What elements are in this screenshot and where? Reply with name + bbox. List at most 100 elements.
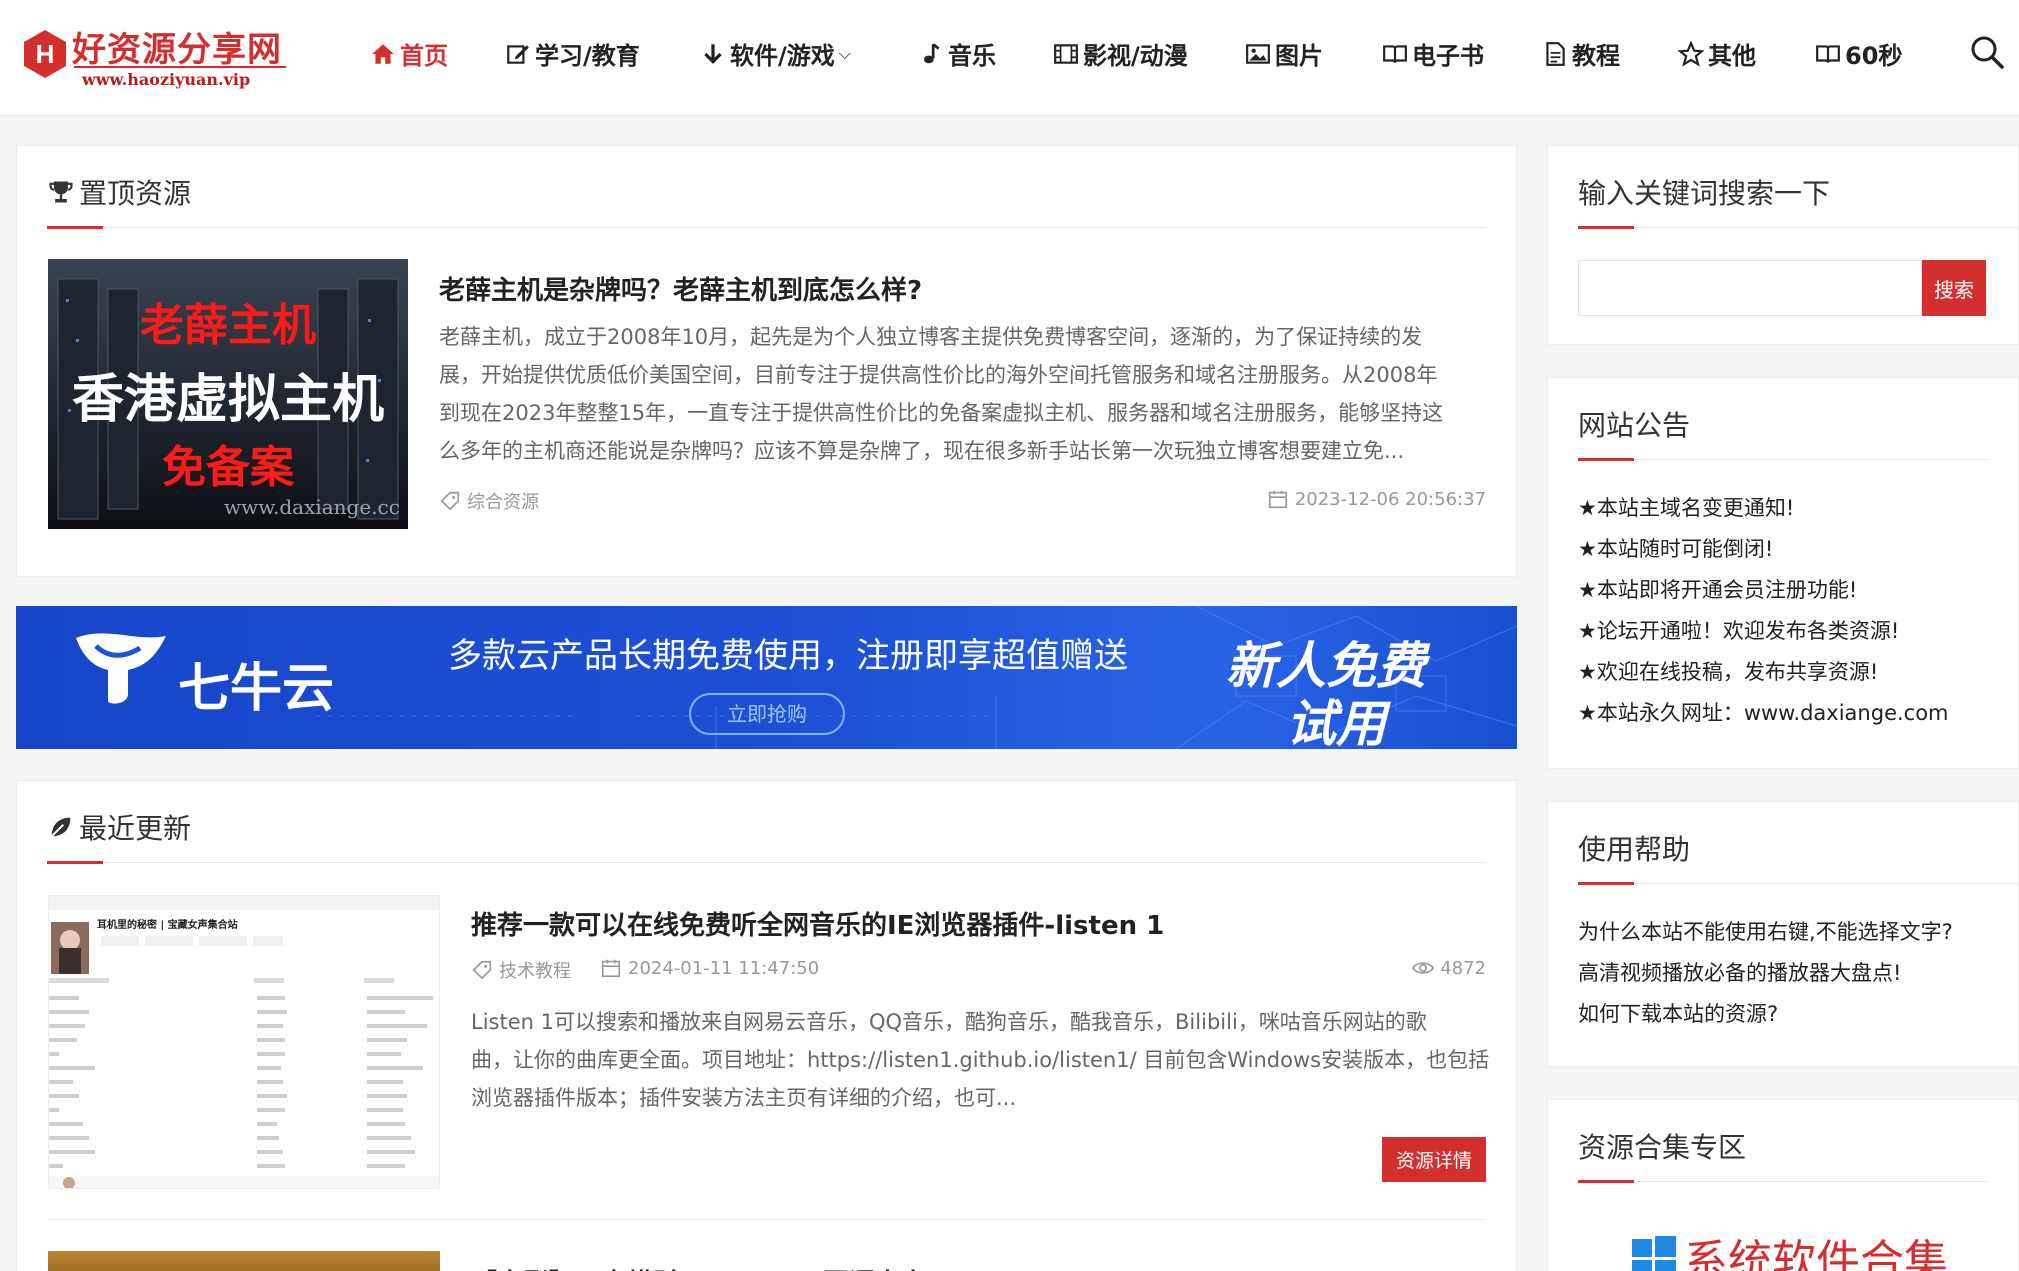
notice-item[interactable]: ★欢迎在线投稿，发布共享资源!: [1578, 652, 1949, 693]
thumb-text-feature: 免备案: [162, 442, 294, 493]
nav-label: 首页: [400, 42, 448, 70]
help-list: 为什么本站不能使用右键,不能选择文字? 高清视频播放必备的播放器大盘点! 如何下…: [1578, 912, 1953, 1035]
banner-headline: 多款云产品长期免费使用，注册即享超值赠送: [448, 636, 1128, 676]
site-logo[interactable]: H 好资源分享网 www.haoziyuan.vip: [22, 22, 286, 92]
nav-item-tutorials[interactable]: 教程: [1542, 36, 1620, 71]
nav-label: 其他: [1708, 42, 1756, 70]
svg-text:H: H: [36, 39, 55, 69]
sticky-thumbnail[interactable]: 老薛主机 香港虚拟主机 免备案 www.daxiange.cc: [48, 259, 408, 529]
section-underline: [1578, 882, 1634, 885]
banner-badge-line2: 试用: [1286, 695, 1386, 749]
section-title: 最近更新: [47, 807, 191, 847]
download-arrow-icon: [704, 43, 722, 64]
calendar-icon: [601, 959, 621, 978]
help-link[interactable]: 为什么本站不能使用右键,不能选择文字?: [1578, 912, 1953, 953]
post-title[interactable]: 推荐一款可以在线免费听全网音乐的IE浏览器插件-listen 1: [471, 905, 1164, 942]
nav-item-other[interactable]: 其他: [1678, 36, 1756, 71]
post-category[interactable]: 综合资源: [439, 488, 539, 514]
tag-icon: [440, 491, 460, 511]
post-divider: [48, 1219, 1486, 1220]
nav-label: 影视/动漫: [1083, 42, 1188, 70]
search-input[interactable]: [1578, 260, 1922, 316]
widget-header: 使用帮助: [1578, 828, 2018, 885]
section-title: 置顶资源: [47, 172, 191, 212]
nav-label: 教程: [1572, 42, 1620, 70]
post-actions: 资源详情: [17, 1137, 1516, 1182]
trophy-icon: [49, 181, 73, 203]
qiniu-ad-banner[interactable]: 七牛云 多款云产品长期免费使用，注册即享超值赠送 立即抢购 新人免费 试用: [16, 606, 1517, 749]
post-title[interactable]: 【电影】飞森横财 2024. HD国语中字: [471, 1263, 927, 1271]
search-button[interactable]: 搜索: [1922, 260, 1986, 316]
logo-title: 好资源分享网: [72, 30, 282, 70]
widget-title: 网站公告: [1578, 409, 1691, 442]
nav-item-ebooks[interactable]: 电子书: [1382, 36, 1484, 71]
widget-header: 资源合集专区: [1578, 1126, 1988, 1183]
nav-item-software[interactable]: 软件/游戏 ⌵: [700, 36, 851, 71]
post-excerpt: 老薛主机，成立于2008年10月，起先是为个人独立博客主提供免费博客空间，逐渐的…: [439, 325, 1444, 463]
section-underline: [1578, 458, 1634, 461]
banner-cta-button[interactable]: 立即抢购: [689, 693, 845, 735]
book-open-icon: [1816, 44, 1840, 63]
widget-header: 网站公告: [1578, 404, 1988, 461]
sidebar-collection-widget: 资源合集专区 系统软件合集: [1547, 1099, 2019, 1271]
nav-item-education[interactable]: 学习/教育: [505, 36, 640, 71]
windows-logo-icon: [1632, 1236, 1676, 1271]
nav-item-images[interactable]: 图片: [1245, 36, 1323, 71]
nav-label: 软件/游戏: [730, 42, 835, 70]
notice-item[interactable]: ★论坛开通啦！欢迎发布各类资源!: [1578, 611, 1949, 652]
logo-emblem-icon: H: [24, 30, 66, 78]
notice-item[interactable]: ★本站主域名变更通知!: [1578, 488, 1949, 529]
home-icon: [372, 43, 394, 64]
thumb-text-brand: 老薛主机: [140, 300, 316, 351]
help-link[interactable]: 高清视频播放必备的播放器大盘点!: [1578, 953, 1953, 994]
recent-section: 最近更新 耳机里的秘密 | 宝藏女声集合站 推荐一款可以在线免费听全网音乐的IE…: [16, 780, 1517, 1271]
post-thumbnail[interactable]: [48, 1251, 440, 1271]
section-underline: [1578, 226, 1634, 229]
sidebar-help-widget: 使用帮助 为什么本站不能使用右键,不能选择文字? 高清视频播放必备的播放器大盘点…: [1547, 801, 2019, 1067]
section-header: 置顶资源: [47, 172, 1486, 229]
nav-label: 学习/教育: [535, 42, 640, 70]
post-date: 2024-01-11 11:47:50: [600, 957, 819, 979]
widget-title: 输入关键词搜索一下: [1578, 177, 1831, 210]
nav-label: 60秒: [1845, 42, 1903, 70]
logo-divider: [74, 66, 286, 68]
help-link[interactable]: 如何下载本站的资源?: [1578, 994, 1953, 1035]
star-icon: [1678, 40, 1704, 67]
nav-label: 图片: [1275, 42, 1323, 70]
site-header: H 好资源分享网 www.haoziyuan.vip 首页 学习/教育 软件/游…: [0, 0, 2019, 116]
resource-detail-button[interactable]: 资源详情: [1381, 1137, 1486, 1182]
tag-icon: [472, 960, 492, 980]
notice-item[interactable]: ★本站即将开通会员注册功能!: [1578, 570, 1949, 611]
thumb-watermark: www.daxiange.cc: [224, 495, 400, 519]
post-category[interactable]: 技术教程: [471, 957, 571, 983]
widget-title: 使用帮助: [1578, 833, 1691, 866]
image-icon: [1246, 43, 1270, 64]
sidebar-notice-widget: 网站公告 ★本站主域名变更通知! ★本站随时可能倒闭! ★本站即将开通会员注册功…: [1547, 377, 2019, 769]
nav-label: 音乐: [948, 42, 996, 70]
nav-item-60s[interactable]: 60秒: [1815, 36, 1902, 71]
notice-item[interactable]: ★本站永久网址：www.daxiange.com: [1578, 693, 1949, 734]
thumb-text-product: 香港虚拟主机: [71, 370, 384, 430]
collection-banner[interactable]: 系统软件合集: [1632, 1225, 1948, 1271]
book-icon: [1383, 44, 1407, 63]
notice-item[interactable]: ★本站随时可能倒闭!: [1578, 529, 1949, 570]
widget-title: 资源合集专区: [1578, 1131, 1747, 1164]
chevron-down-icon: ⌵: [838, 43, 851, 63]
music-note-icon: [923, 42, 940, 63]
post-title[interactable]: 老薛主机是杂牌吗？老薛主机到底怎么样?: [439, 270, 922, 307]
search-icon[interactable]: [1969, 34, 2005, 70]
nav-item-home[interactable]: 首页: [370, 36, 448, 71]
nav-item-music[interactable]: 音乐: [918, 36, 996, 71]
logo-url: www.haoziyuan.vip: [82, 70, 251, 89]
sidebar-search-widget: 输入关键词搜索一下 搜索: [1547, 145, 2019, 345]
calendar-icon: [1268, 490, 1287, 509]
section-underline: [47, 861, 103, 864]
eye-icon: [1412, 962, 1435, 974]
banner-brand: 七牛云: [178, 659, 335, 719]
post-excerpt: Listen 1可以搜索和播放来自网易云音乐，QQ音乐，酷狗音乐，酷我音乐，Bi…: [471, 1010, 1490, 1110]
collection-banner-title: 系统软件合集: [1684, 1236, 1948, 1271]
nav-item-video[interactable]: 影视/动漫: [1053, 36, 1188, 71]
sticky-section: 置顶资源 老薛主机 香港虚拟主机 免备案 www.daxiange.cc 老薛主…: [16, 145, 1517, 577]
edit-icon: [507, 44, 529, 64]
section-header: 最近更新: [47, 807, 1486, 864]
